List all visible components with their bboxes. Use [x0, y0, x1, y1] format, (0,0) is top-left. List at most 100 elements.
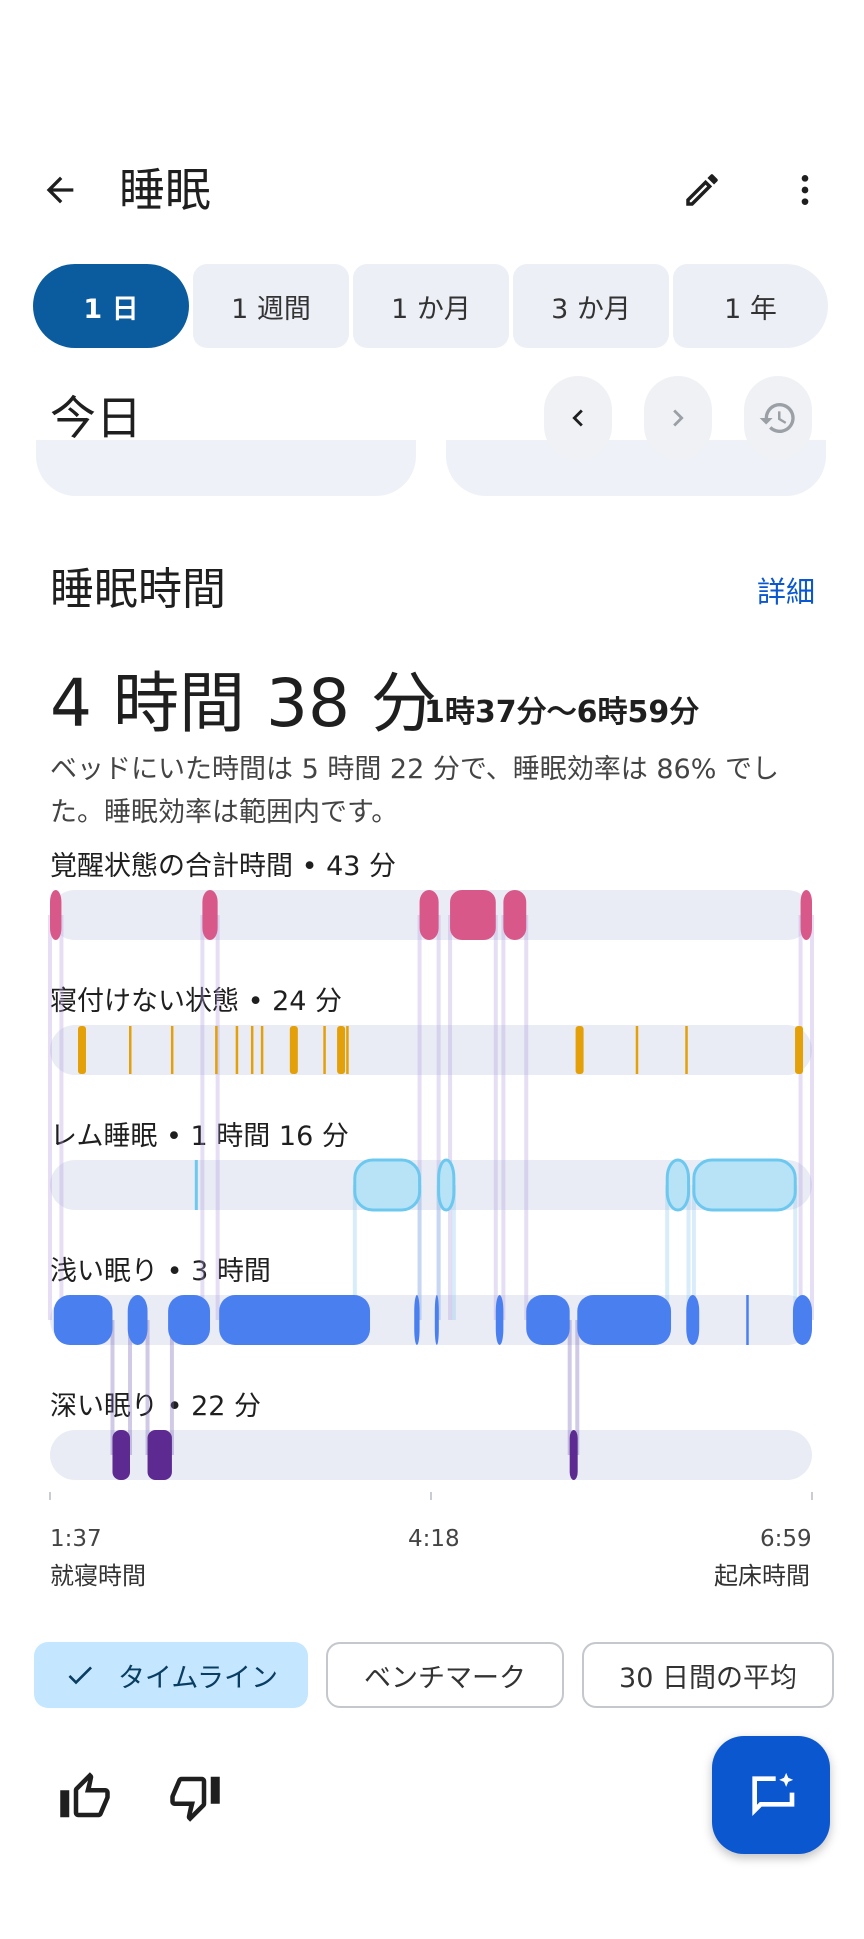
light-segment: [434, 1295, 439, 1345]
chip-timeline[interactable]: タイムライン: [34, 1642, 308, 1708]
chip-benchmark-label: ベンチマーク: [364, 1662, 526, 1694]
light-segment: [526, 1295, 570, 1345]
transition-line: [215, 915, 220, 1320]
more-options-button[interactable]: [775, 160, 835, 220]
tab-week[interactable]: 1 週間: [193, 264, 349, 348]
wake-time-label: 起床時間: [714, 1562, 810, 1590]
light-segment: [495, 1295, 504, 1345]
deep-segment: [112, 1430, 131, 1480]
page-title: 睡眠: [119, 163, 211, 217]
edit-button[interactable]: [672, 160, 732, 220]
rem-segment: [353, 1158, 422, 1212]
awake-segment: [503, 890, 527, 940]
previous-day-button[interactable]: [544, 376, 612, 460]
transition-line: [59, 915, 64, 1320]
stage-label-awake: 覚醒状態の合計時間 • 43 分: [50, 851, 397, 882]
bedtime-label: 就寝時間: [50, 1562, 146, 1590]
restless-tick: [235, 1026, 239, 1074]
detail-link[interactable]: 詳細: [757, 572, 815, 612]
chip-average-label: 30 日間の平均: [619, 1662, 797, 1694]
chip-timeline-label: タイムライン: [117, 1662, 279, 1694]
sleep-time-range: 1時37分〜6時59分: [424, 695, 700, 730]
ask-ai-fab[interactable]: [712, 1736, 830, 1854]
rem-segment: [437, 1158, 456, 1212]
tab-3-months[interactable]: 3 か月: [513, 264, 669, 348]
restless-tick: [685, 1026, 688, 1074]
restless-tick: [260, 1026, 264, 1074]
light-segment: [168, 1295, 211, 1345]
restless-tick: [575, 1026, 584, 1074]
restless-tick: [346, 1026, 349, 1074]
thumbs-down-button[interactable]: [160, 1762, 230, 1832]
sleep-efficiency-description: ベッドにいた時間は 5 時間 22 分で、睡眠効率は 86% でした。睡眠効率は…: [50, 754, 779, 828]
chevron-left-icon: [572, 409, 583, 427]
restless-tick: [170, 1026, 174, 1074]
thumbs-up-button[interactable]: [50, 1762, 120, 1832]
rem-tick: [194, 1160, 198, 1210]
restless-tick: [337, 1026, 346, 1074]
next-day-button[interactable]: [644, 376, 712, 460]
timeline-end-time: 6:59: [760, 1526, 812, 1552]
light-segment: [219, 1295, 371, 1345]
transition-line: [524, 915, 529, 1320]
chip-30-day-average[interactable]: 30 日間の平均: [582, 1642, 834, 1708]
awake-segment: [419, 890, 439, 940]
restless-tick: [78, 1026, 87, 1074]
rem-segment: [665, 1158, 691, 1212]
chevron-right-icon: [673, 409, 684, 427]
deep-segment: [569, 1430, 578, 1480]
transition-line: [501, 915, 506, 1320]
restless-tick: [635, 1026, 639, 1074]
range-tabs: 1 日 1 週間 1 か月 3 か月 1 年: [33, 264, 830, 348]
light-tick: [746, 1295, 749, 1345]
tab-year[interactable]: 1 年: [673, 264, 828, 348]
tab-day[interactable]: 1 日: [33, 264, 189, 348]
track-restless: [50, 1025, 812, 1075]
restless-tick: [250, 1026, 254, 1074]
thumbs-down-icon: [170, 1776, 220, 1822]
chat-spark-icon: [752, 1772, 795, 1816]
light-segment: [127, 1295, 148, 1345]
awake-segment: [450, 890, 496, 940]
reset-today-button[interactable]: [744, 376, 812, 460]
transition-line: [200, 915, 205, 1320]
transition-line: [493, 915, 498, 1320]
sleep-stage-timeline: [48, 890, 814, 1500]
transition-line: [48, 915, 52, 1320]
light-segment: [414, 1295, 420, 1345]
axis-tick: [430, 1492, 432, 1500]
deep-segment: [147, 1430, 172, 1480]
light-segment: [792, 1295, 812, 1345]
date-label: 今日: [50, 391, 142, 445]
awake-segment: [800, 890, 812, 940]
sleep-duration-value: 4 時間 38 分: [50, 665, 437, 742]
thumbs-up-icon: [60, 1772, 110, 1818]
light-segment: [686, 1295, 700, 1345]
timeline-start-time: 1:37: [50, 1526, 102, 1552]
more-vert-icon: [801, 175, 809, 205]
restless-tick: [323, 1026, 326, 1074]
tab-month[interactable]: 1 か月: [353, 264, 509, 348]
restless-tick: [215, 1026, 218, 1074]
timeline-mid-time: 4:18: [408, 1526, 460, 1552]
light-segment: [577, 1295, 672, 1345]
pencil-icon: [686, 174, 718, 206]
awake-segment: [202, 890, 218, 940]
transition-line: [798, 915, 803, 1320]
axis-tick: [811, 1492, 813, 1500]
awake-segment: [50, 890, 62, 940]
restless-tick: [795, 1026, 804, 1074]
card-peek-left: [36, 440, 416, 496]
axis-tick: [49, 1492, 51, 1500]
restless-tick: [129, 1026, 132, 1074]
arrow-back-icon: [46, 176, 74, 204]
history-icon: [759, 403, 795, 433]
sleep-duration-title: 睡眠時間: [50, 564, 226, 615]
light-segment: [53, 1295, 113, 1345]
transition-line: [448, 915, 453, 1320]
chip-benchmark[interactable]: ベンチマーク: [326, 1642, 564, 1708]
back-button[interactable]: [30, 160, 90, 220]
check-icon: [68, 1666, 92, 1685]
transition-line: [810, 915, 814, 1320]
restless-tick: [289, 1026, 298, 1074]
